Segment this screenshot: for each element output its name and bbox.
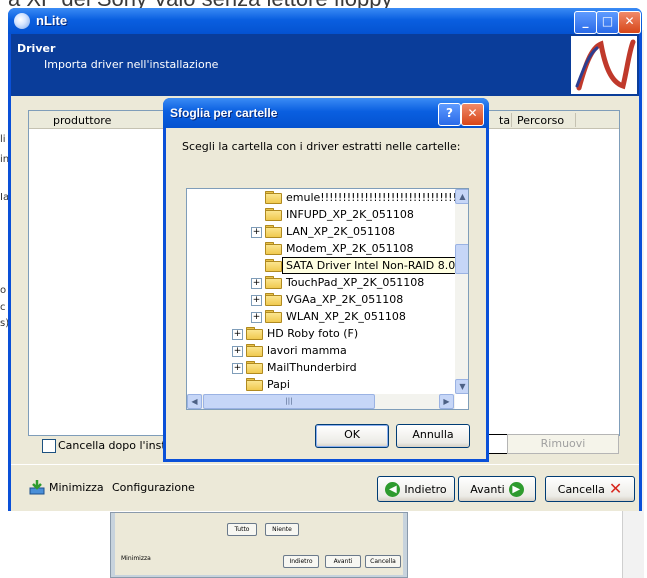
- delete-after-install-option[interactable]: Cancella dopo l'installa: [42, 439, 185, 453]
- nlite-logo-icon: [571, 36, 637, 94]
- minimize-icon: _: [582, 14, 589, 28]
- background-text-fragment: li: [0, 134, 6, 145]
- thumbnail-body: Tutto Niente Minimizza Indietro Avanti C…: [115, 513, 403, 575]
- tree-node-label: WLAN_XP_2K_051108: [286, 310, 406, 323]
- thumbnail-window: Tutto Niente Minimizza Indietro Avanti C…: [110, 512, 408, 578]
- tree-vertical-scrollbar[interactable]: ▲ ▼: [455, 189, 468, 394]
- expand-plus-icon[interactable]: +: [251, 227, 262, 238]
- drive-folder-icon: [246, 327, 263, 340]
- folder-icon: [246, 361, 263, 374]
- back-label: Indietro: [404, 482, 447, 496]
- minimize-arrow-icon: [29, 480, 45, 495]
- background-text-fragment: c: [0, 302, 6, 313]
- thumb-minimize-label: Minimizza: [121, 555, 151, 562]
- expand-plus-icon[interactable]: +: [251, 295, 262, 306]
- tree-node-label: Papi: [267, 378, 290, 391]
- back-arrow-icon: ◀: [385, 481, 401, 497]
- tree-node-label: SATA Driver Intel Non-RAID 8.0C _ 8.0.0.…: [282, 257, 468, 274]
- vertical-scroll-thumb[interactable]: [455, 244, 468, 274]
- browse-folder-dialog: Sfoglia per cartelle ? ✕ Scegli la carte…: [163, 98, 489, 462]
- folder-icon: [246, 378, 263, 391]
- maximize-icon: □: [601, 14, 614, 28]
- folder-icon: [265, 259, 282, 272]
- thumb-next-button[interactable]: Avanti: [325, 555, 361, 568]
- dialog-prompt: Scegli la cartella con i driver estratti…: [182, 140, 461, 153]
- folder-icon: [265, 208, 282, 221]
- tree-horizontal-scrollbar[interactable]: ◀ ||| ▶: [187, 394, 455, 409]
- scroll-right-arrow-icon[interactable]: ▶: [439, 394, 454, 409]
- bottom-toolbar: Minimizza Configurazione ◀ Indietro Avan…: [11, 464, 639, 511]
- folder-icon: [265, 225, 282, 238]
- dialog-close-button[interactable]: ✕: [461, 103, 484, 126]
- tree-node-label: VGAa_XP_2K_051108: [286, 293, 404, 306]
- thumb-all-button[interactable]: Tutto: [227, 523, 257, 536]
- horizontal-scroll-thumb[interactable]: |||: [203, 394, 375, 409]
- tree-node-label: emule!!!!!!!!!!!!!!!!!!!!!!!!!!!!!!!!!!!…: [286, 191, 469, 204]
- minimize-label: Minimizza: [49, 480, 104, 494]
- tree-node-label: LAN_XP_2K_051108: [286, 225, 396, 238]
- ok-button[interactable]: OK: [315, 424, 389, 448]
- tree-node-label: lavori mamma: [267, 344, 347, 357]
- thumb-none-button[interactable]: Niente: [265, 523, 299, 536]
- dialog-title: Sfoglia per cartelle: [170, 106, 278, 120]
- dialog-cancel-button[interactable]: Annulla: [396, 424, 470, 448]
- close-icon: ✕: [467, 106, 478, 120]
- help-button[interactable]: ?: [438, 103, 461, 126]
- next-arrow-icon: ▶: [508, 481, 524, 497]
- tree-node-label: Modem_XP_2K_051108: [286, 242, 414, 255]
- column-header-produttore[interactable]: produttore: [53, 114, 111, 127]
- cancel-button[interactable]: Cancella ✕: [545, 476, 635, 502]
- cancel-x-icon: ✕: [608, 479, 623, 498]
- folder-icon: [265, 310, 282, 323]
- tree-node-label: INFUPD_XP_2K_051108: [286, 208, 414, 221]
- page-subtitle: Importa driver nell'installazione: [44, 58, 219, 71]
- next-label: Avanti: [470, 482, 505, 496]
- nlite-app-icon: [14, 13, 30, 29]
- next-button[interactable]: Avanti ▶: [458, 476, 536, 502]
- cancel-label: Cancella: [557, 482, 605, 496]
- folder-icon: [265, 293, 282, 306]
- scroll-up-arrow-icon[interactable]: ▲: [455, 189, 468, 204]
- help-icon: ?: [446, 106, 453, 120]
- minimize-window-button[interactable]: _: [574, 11, 597, 34]
- configuration-link[interactable]: Configurazione: [112, 481, 195, 494]
- dialog-body: Scegli la cartella con i driver estratti…: [166, 128, 486, 459]
- scroll-down-arrow-icon[interactable]: ▼: [455, 379, 468, 394]
- thumb-cancel-button[interactable]: Cancella: [365, 555, 401, 568]
- folder-icon: [265, 191, 282, 204]
- close-window-button[interactable]: ✕: [618, 11, 641, 34]
- column-header-versione[interactable]: ta: [499, 114, 510, 127]
- folder-icon: [265, 276, 282, 289]
- window-titlebar[interactable]: nLite _ □ ✕: [8, 8, 642, 34]
- column-divider: [511, 113, 512, 127]
- expand-plus-icon[interactable]: +: [232, 346, 243, 357]
- scroll-left-arrow-icon[interactable]: ◀: [187, 394, 202, 409]
- column-header-percorso[interactable]: Percorso: [517, 114, 564, 127]
- expand-plus-icon[interactable]: +: [251, 278, 262, 289]
- delete-after-install-checkbox[interactable]: [42, 439, 56, 453]
- tree-node-label: HD Roby foto (F): [267, 327, 359, 340]
- remove-button[interactable]: Rimuovi: [507, 434, 619, 454]
- minimize-link[interactable]: Minimizza: [29, 479, 104, 495]
- window-title: nLite: [36, 13, 68, 28]
- thumb-minimize-link[interactable]: Minimizza: [121, 555, 151, 562]
- folder-icon: [265, 242, 282, 255]
- background-text-fragment: o: [0, 285, 7, 296]
- expand-plus-icon[interactable]: +: [232, 363, 243, 374]
- tree-node-label: MailThunderbird: [267, 361, 357, 374]
- expand-plus-icon[interactable]: +: [232, 329, 243, 340]
- folder-icon: [246, 344, 263, 357]
- back-button[interactable]: ◀ Indietro: [377, 476, 455, 502]
- tree-node-label: TouchPad_XP_2K_051108: [286, 276, 425, 289]
- folder-tree[interactable]: emule!!!!!!!!!!!!!!!!!!!!!!!!!!!!!!!!!!!…: [186, 188, 469, 410]
- column-divider: [575, 113, 576, 127]
- expand-plus-icon[interactable]: +: [251, 312, 262, 323]
- thumb-back-button[interactable]: Indietro: [283, 555, 319, 568]
- page-title: Driver: [17, 42, 56, 55]
- close-icon: ✕: [624, 14, 635, 28]
- maximize-window-button[interactable]: □: [596, 11, 619, 34]
- page-header: Driver Importa driver nell'installazione: [11, 34, 639, 96]
- dialog-titlebar[interactable]: Sfoglia per cartelle ? ✕: [163, 98, 489, 128]
